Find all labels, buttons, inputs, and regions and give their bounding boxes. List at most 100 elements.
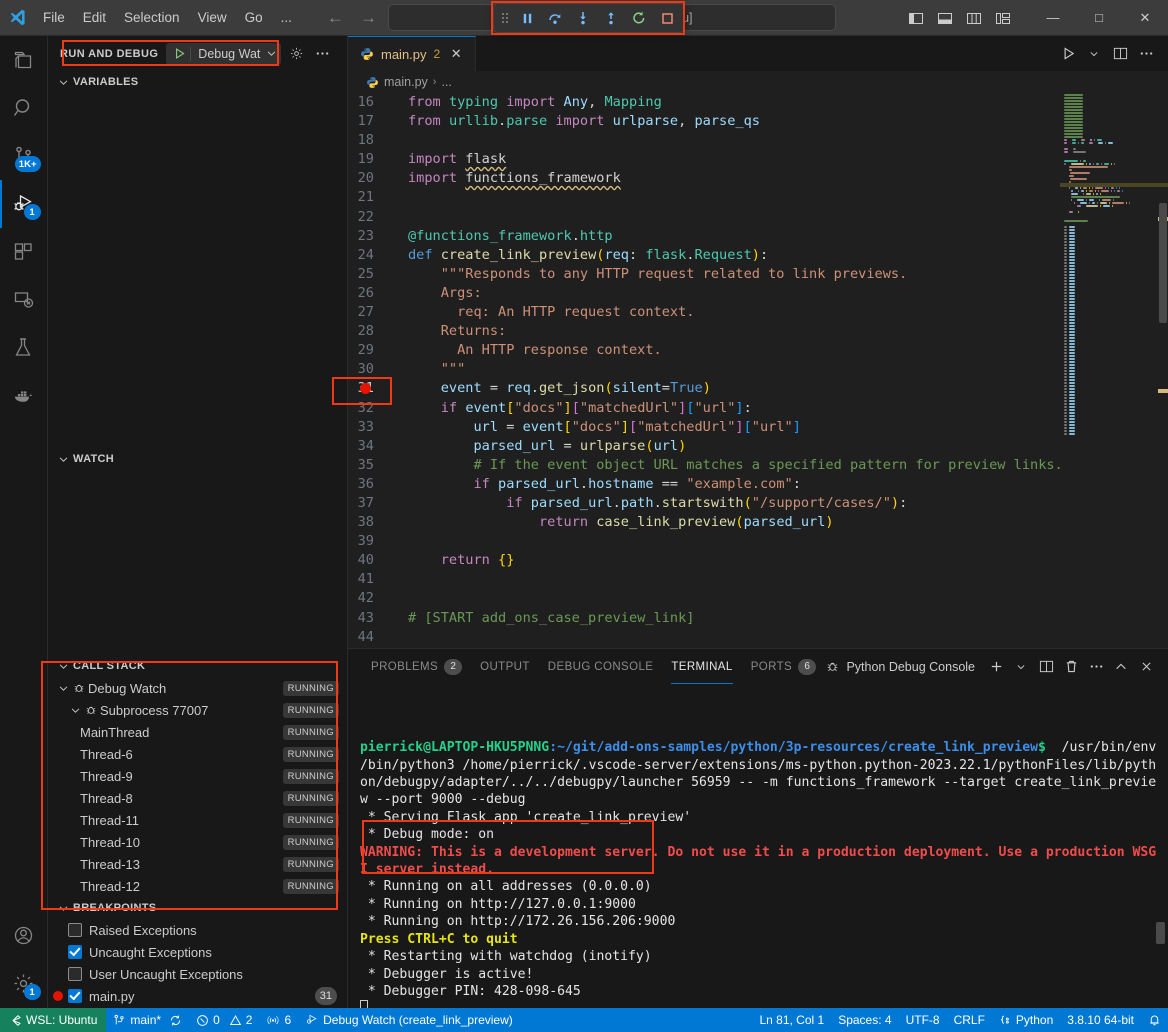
- sidebar-more-actions-icon[interactable]: [311, 43, 333, 65]
- code-line[interactable]: 31 event = req.get_json(silent=True): [348, 379, 1060, 398]
- call-stack-row[interactable]: MainThreadRUNNING: [48, 721, 347, 743]
- go-back-icon[interactable]: ←: [327, 8, 344, 28]
- terminal-scroll-thumb[interactable]: [1156, 922, 1165, 944]
- run-options-chevron-icon[interactable]: [1082, 41, 1106, 67]
- go-forward-icon[interactable]: →: [360, 8, 377, 28]
- code-line[interactable]: 23@functions_framework.http: [348, 227, 1060, 246]
- call-stack-row[interactable]: Thread-8RUNNING: [48, 787, 347, 809]
- breakpoint-row[interactable]: main.py31: [48, 985, 347, 1007]
- code-line[interactable]: 38 return case_link_preview(parsed_url): [348, 513, 1060, 532]
- debug-step-into-button[interactable]: [570, 6, 596, 30]
- toggle-secondary-sidebar-icon[interactable]: [961, 5, 987, 31]
- code-line[interactable]: 26 Args:: [348, 284, 1060, 303]
- breadcrumb-file[interactable]: main.py: [384, 75, 428, 89]
- breakpoint-row[interactable]: Raised Exceptions: [48, 919, 347, 941]
- code-editor[interactable]: 16from typing import Any, Mapping17from …: [348, 93, 1168, 648]
- breakpoint-checkbox[interactable]: [68, 923, 82, 937]
- code-line[interactable]: 40 return {}: [348, 551, 1060, 570]
- breakpoint-checkbox[interactable]: [68, 989, 82, 1003]
- tab-main-py[interactable]: main.py 2 ✕: [348, 36, 476, 71]
- code-line[interactable]: 27 req: An HTTP request context.: [348, 303, 1060, 322]
- debug-toolbar-drag-handle[interactable]: [498, 11, 512, 25]
- activity-accounts[interactable]: [0, 912, 48, 960]
- new-terminal-icon[interactable]: [984, 655, 1008, 679]
- debug-restart-button[interactable]: [626, 6, 652, 30]
- breadcrumb-more[interactable]: ...: [441, 75, 451, 89]
- open-launch-settings-icon[interactable]: [285, 43, 307, 65]
- status-branch[interactable]: main*: [106, 1008, 189, 1032]
- activity-testing[interactable]: [0, 324, 48, 372]
- kill-terminal-icon[interactable]: [1059, 655, 1083, 679]
- code-line[interactable]: 44: [348, 628, 1060, 647]
- launch-config-name[interactable]: Debug Wat: [191, 47, 263, 61]
- code-line[interactable]: 16from typing import Any, Mapping: [348, 93, 1060, 112]
- menu-view[interactable]: View: [189, 0, 236, 35]
- code-line[interactable]: 21: [348, 188, 1060, 207]
- tab-output[interactable]: OUTPUT: [471, 649, 539, 684]
- watch-pane-body[interactable]: [48, 470, 347, 655]
- status-indentation[interactable]: Spaces: 4: [831, 1008, 898, 1032]
- call-stack-row[interactable]: Thread-9RUNNING: [48, 765, 347, 787]
- status-problems[interactable]: 0 2: [189, 1008, 259, 1032]
- activity-settings[interactable]: 1: [0, 960, 48, 1008]
- tab-close-icon[interactable]: ✕: [447, 46, 465, 62]
- code-line[interactable]: 19import flask: [348, 150, 1060, 169]
- code-line[interactable]: 41: [348, 570, 1060, 589]
- call-stack-row[interactable]: Thread-13RUNNING: [48, 853, 347, 875]
- activity-source-control[interactable]: 1K+: [0, 132, 48, 180]
- maximize-button[interactable]: □: [1076, 0, 1122, 36]
- breakpoint-checkbox[interactable]: [68, 967, 82, 981]
- editor-more-actions-icon[interactable]: [1134, 41, 1158, 67]
- status-language-mode[interactable]: Python: [992, 1008, 1060, 1032]
- active-terminal-selector[interactable]: Python Debug Console: [825, 659, 983, 674]
- status-cursor-position[interactable]: Ln 81, Col 1: [752, 1008, 831, 1032]
- code-line[interactable]: 42: [348, 589, 1060, 608]
- menu-edit[interactable]: Edit: [74, 0, 115, 35]
- status-debug-session[interactable]: Debug Watch (create_link_preview): [298, 1008, 520, 1032]
- editor-scroll-thumb[interactable]: [1159, 203, 1167, 323]
- code-line[interactable]: 28 Returns:: [348, 322, 1060, 341]
- chevron-down-icon[interactable]: [263, 48, 279, 59]
- call-stack-row[interactable]: Debug WatchRUNNING: [48, 677, 347, 699]
- debug-step-out-button[interactable]: [598, 6, 624, 30]
- code-line[interactable]: 37 if parsed_url.path.startswith("/suppo…: [348, 494, 1060, 513]
- minimap[interactable]: [1060, 93, 1168, 648]
- breakpoint-row[interactable]: Uncaught Exceptions: [48, 941, 347, 963]
- code-line[interactable]: 30 """: [348, 360, 1060, 379]
- call-stack-row[interactable]: Subprocess 77007RUNNING: [48, 699, 347, 721]
- call-stack-row[interactable]: Thread-11RUNNING: [48, 809, 347, 831]
- tab-terminal[interactable]: TERMINAL: [662, 649, 741, 684]
- code-line[interactable]: 39: [348, 532, 1060, 551]
- watch-pane-header[interactable]: WATCH: [48, 448, 347, 470]
- code-line[interactable]: 35 # If the event object URL matches a s…: [348, 456, 1060, 475]
- code-line[interactable]: 34 parsed_url = urlparse(url): [348, 437, 1060, 456]
- editor-scrollbar[interactable]: [1158, 93, 1168, 648]
- menu-more[interactable]: ...: [272, 0, 301, 35]
- code-content[interactable]: 16from typing import Any, Mapping17from …: [348, 93, 1060, 648]
- call-stack-row[interactable]: Thread-10RUNNING: [48, 831, 347, 853]
- variables-pane-body[interactable]: [48, 93, 347, 448]
- toggle-primary-sidebar-icon[interactable]: [903, 5, 929, 31]
- close-window-button[interactable]: ✕: [1122, 0, 1168, 36]
- split-terminal-icon[interactable]: [1034, 655, 1058, 679]
- panel-more-actions-icon[interactable]: [1084, 655, 1108, 679]
- tab-problems[interactable]: PROBLEMS 2: [362, 649, 471, 684]
- menu-file[interactable]: File: [34, 0, 74, 35]
- code-line[interactable]: 20import functions_framework: [348, 169, 1060, 188]
- debug-toolbar[interactable]: [493, 3, 685, 33]
- chevron-down-icon[interactable]: [68, 705, 82, 716]
- activity-explorer[interactable]: [0, 36, 48, 84]
- menu-go[interactable]: Go: [236, 0, 272, 35]
- code-line[interactable]: 32 if event["docs"]["matchedUrl"]["url"]…: [348, 399, 1060, 418]
- call-stack-row[interactable]: Thread-12RUNNING: [48, 875, 347, 897]
- code-line[interactable]: 29 An HTTP response context.: [348, 341, 1060, 360]
- menu-selection[interactable]: Selection: [115, 0, 189, 35]
- status-interpreter[interactable]: 3.8.10 64-bit: [1060, 1008, 1141, 1032]
- activity-run-and-debug[interactable]: 1: [0, 180, 48, 228]
- close-panel-icon[interactable]: [1134, 655, 1158, 679]
- tab-ports[interactable]: PORTS 6: [742, 649, 825, 684]
- breakpoint-checkbox[interactable]: [68, 945, 82, 959]
- run-python-file-icon[interactable]: [1056, 41, 1080, 67]
- chevron-down-icon[interactable]: [56, 683, 70, 694]
- debug-step-over-button[interactable]: [542, 6, 568, 30]
